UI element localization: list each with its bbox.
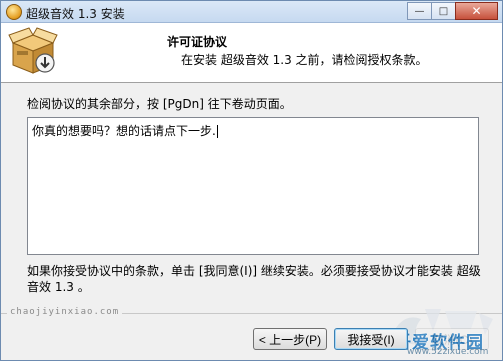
- text-caret: [216, 125, 218, 138]
- window-title: 超级音效 1.3 安装: [26, 7, 125, 21]
- license-textbox[interactable]: 你真的想要吗？想的话请点下一步.: [27, 117, 479, 255]
- license-text: 你真的想要吗？想的话请点下一步.: [32, 124, 216, 138]
- back-button[interactable]: < 上一步(P): [253, 328, 327, 350]
- installer-box-icon: [8, 27, 58, 74]
- page-subtitle: 在安装 超级音效 1.3 之前，请检阅授权条款。: [181, 53, 428, 67]
- title-bar[interactable]: 超级音效 1.3 安装 — □ ✕: [1, 1, 502, 23]
- accept-notice: 如果你接受协议中的条款，单击 [我同意(I)] 继续安装。必须要接受协议才能安装…: [27, 264, 481, 294]
- window-controls: — □ ✕: [407, 2, 498, 20]
- minimize-button[interactable]: —: [407, 2, 432, 20]
- maximize-button[interactable]: □: [431, 2, 456, 20]
- branding-text: chaojiyinxiao.com: [7, 307, 123, 317]
- cancel-button[interactable]: 取消(C): [415, 328, 489, 350]
- installer-window: 超级音效 1.3 安装 — □ ✕ 许可证协议 在安装 超级音效 1.3 之前，…: [0, 0, 503, 361]
- wizard-header: 许可证协议 在安装 超级音效 1.3 之前，请检阅授权条款。: [1, 23, 502, 83]
- app-icon: [6, 4, 22, 20]
- agree-button[interactable]: 我接受(I): [334, 328, 408, 350]
- close-button[interactable]: ✕: [455, 2, 498, 20]
- scroll-instruction: 检阅协议的其余部分，按 [PgDn] 往下卷动页面。: [27, 97, 292, 111]
- page-title: 许可证协议: [167, 35, 228, 49]
